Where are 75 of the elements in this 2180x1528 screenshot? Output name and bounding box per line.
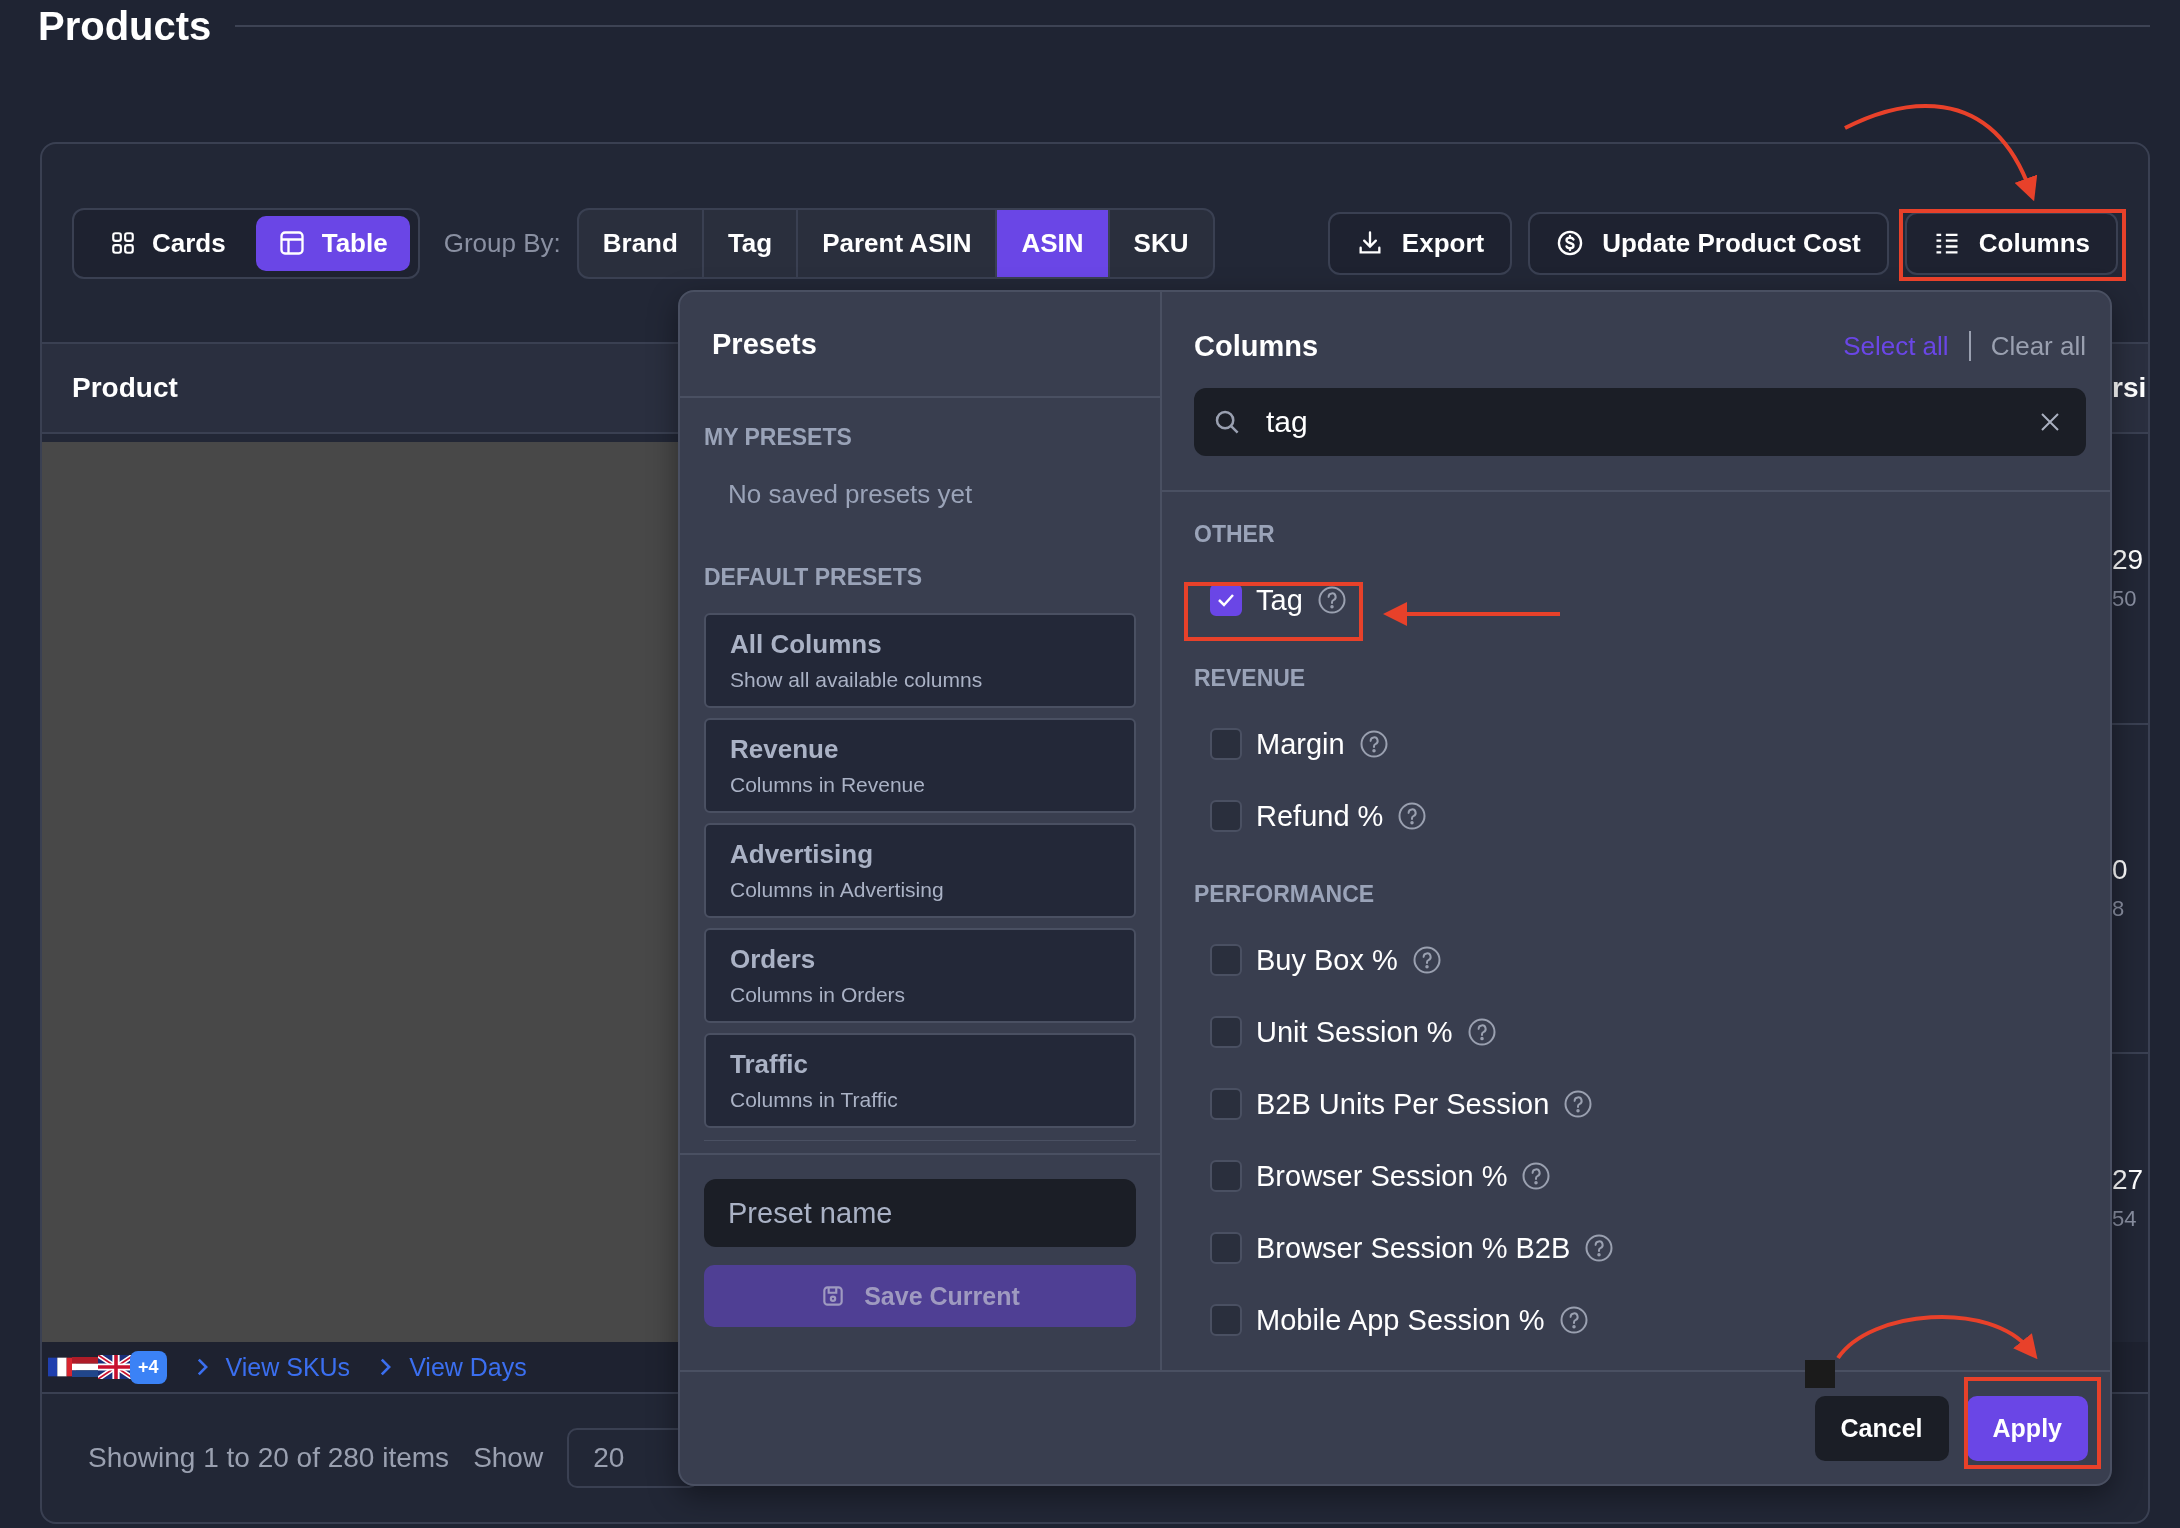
group-by-label: Group By: [443,227,561,259]
column-header: rsi [2112,372,2148,404]
checkbox[interactable] [1210,1304,1242,1336]
group-heading: REVENUE [1194,664,1307,693]
preset-card[interactable]: All Columns Show all available columns [704,613,1136,708]
page-title: Products [38,3,212,49]
view-tab[interactable]: Table [255,215,410,271]
checkbox[interactable] [1210,800,1242,832]
help-icon [1411,945,1442,975]
preset-card[interactable]: Advertising Columns in Advertising [704,823,1136,918]
table-icon [277,229,306,257]
help-icon [1584,1233,1615,1263]
table-cell-text: 0 [2112,854,2129,886]
help-icon [1358,729,1389,759]
column-option-label: Tag [1256,583,1303,617]
pagination-summary: Showing 1 to 20 of 280 items [88,1442,450,1474]
help-icon [1316,585,1347,615]
view-tab[interactable]: Cards [88,215,248,271]
view-link[interactable]: View Days [409,1352,527,1382]
empty-message: No saved presets yet [727,478,974,511]
column-option-label: Unit Session % [1256,1015,1453,1049]
update-cost-button[interactable]: Update Product Cost [1528,211,1889,275]
help-icon [1558,1305,1589,1335]
columns-button[interactable]: Columns [1904,211,2118,275]
group-heading: OTHER [1194,520,1276,549]
preset-card[interactable]: Orders Columns in Orders [704,928,1136,1023]
apply-button[interactable]: Apply [1966,1395,2088,1461]
table-cell-text: 54 [2112,1205,2138,1232]
help-icon [1397,801,1428,831]
export-button[interactable]: Export [1327,211,1513,275]
checkbox[interactable] [1210,584,1242,616]
column-header: Product [71,372,179,404]
column-option-label: Buy Box % [1256,943,1398,977]
preset-card[interactable]: Traffic Columns in Traffic [704,1033,1136,1128]
column-option-label: B2B Units Per Session [1256,1087,1550,1121]
checkbox[interactable] [1210,1232,1242,1264]
column-option-label: Margin [1256,727,1345,761]
checkbox[interactable] [1210,944,1242,976]
group-heading: PERFORMANCE [1194,880,1376,909]
column-option-label: Browser Session % [1256,1159,1508,1193]
checkbox[interactable] [1210,728,1242,760]
show-label: Show [473,1442,544,1474]
panel-title: Columns [1194,329,1319,363]
preset-name-field[interactable]: Preset name [704,1179,1136,1247]
table-cell-text: 8 [2112,896,2126,922]
help-icon [1466,1017,1497,1047]
group-by-option[interactable]: SKU [1107,209,1213,277]
help-icon [1521,1161,1552,1191]
checkbox[interactable] [1210,1088,1242,1120]
checkbox[interactable] [1210,1016,1242,1048]
group-by-option[interactable]: Tag [701,209,797,277]
checkbox[interactable] [1210,1160,1242,1192]
section-heading: DEFAULT PRESETS [704,564,924,591]
column-option-label: Mobile App Session % [1256,1303,1545,1337]
clear-all-link[interactable]: Clear all [1990,330,2086,362]
chevron-right-icon [196,1358,208,1376]
view-link[interactable]: View SKUs [225,1352,351,1382]
preset-card[interactable]: Revenue Columns in Revenue [704,718,1136,813]
panel-title: Presets [712,327,817,361]
column-option-label: Refund % [1256,799,1384,833]
table-cell-text: 29 [2112,544,2145,577]
count-badge: +4 [130,1350,167,1384]
dollar-icon [1556,229,1585,257]
grid-icon [110,230,136,256]
column-option-label: Browser Session % B2B [1256,1231,1571,1265]
group-by-option[interactable]: ASIN [995,209,1108,277]
table-cell-text: 27 [2112,1163,2145,1196]
chevron-right-icon [380,1358,392,1376]
table-cell-text: 50 [2112,586,2138,613]
group-by-option[interactable]: Brand [578,209,702,277]
search-field[interactable]: tag [1194,388,2086,456]
cancel-button[interactable]: Cancel [1814,1395,1949,1461]
help-icon [1563,1089,1594,1119]
section-heading: MY PRESETS [704,424,853,451]
cursor-square [1805,1360,1835,1388]
